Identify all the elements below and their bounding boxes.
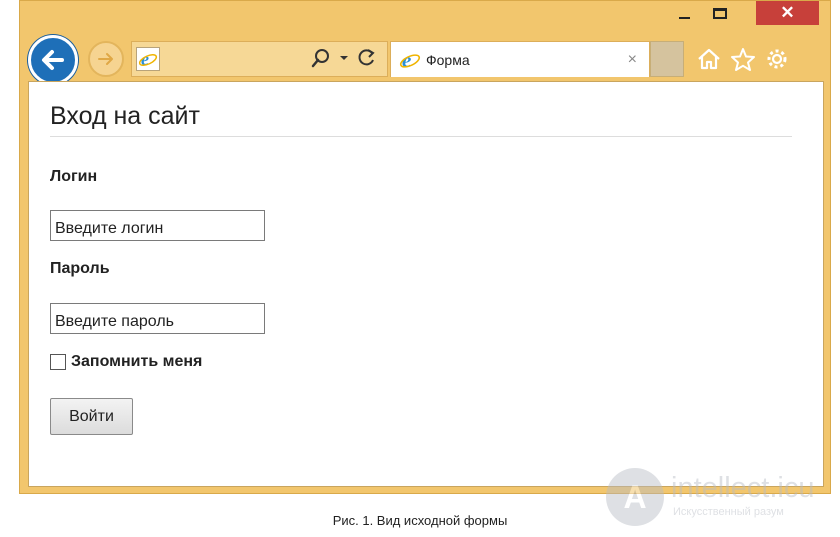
close-window-button[interactable]: ✕ xyxy=(756,1,819,25)
back-arrow-icon xyxy=(42,50,64,70)
maximize-icon xyxy=(713,7,727,19)
page-title: Вход на сайт xyxy=(50,102,200,130)
login-label: Логин xyxy=(50,168,98,185)
remember-label: Запомнить меня xyxy=(71,353,203,370)
tab-form[interactable]: e Форма × xyxy=(390,41,650,77)
login-input[interactable] xyxy=(50,210,265,241)
tab-close-icon[interactable]: × xyxy=(628,51,637,69)
navigation-bar: e e Форма × xyxy=(20,31,830,85)
figure-caption: Рис. 1. Вид исходной формы xyxy=(332,513,508,528)
password-label: Пароль xyxy=(50,260,110,277)
browser-window: ✕ e e Форма × Вход на сайт Логин Введите… xyxy=(19,0,831,494)
back-button[interactable] xyxy=(28,35,78,85)
maximize-button[interactable] xyxy=(706,1,734,25)
gear-icon[interactable] xyxy=(764,47,790,71)
close-icon: ✕ xyxy=(780,3,795,22)
ie-icon: e xyxy=(398,48,422,72)
title-bar: ✕ xyxy=(20,1,830,31)
forward-arrow-icon xyxy=(98,53,113,65)
minimize-button[interactable] xyxy=(670,1,698,25)
ie-icon: e xyxy=(136,47,160,71)
address-bar[interactable]: e xyxy=(131,41,388,77)
refresh-icon[interactable] xyxy=(357,48,377,68)
tab-title: Форма xyxy=(426,51,470,68)
page-content: Вход на сайт Логин Пароль Запомнить меня… xyxy=(28,81,824,487)
forward-button[interactable] xyxy=(88,41,124,77)
chevron-down-icon[interactable] xyxy=(339,54,349,62)
new-tab-button[interactable] xyxy=(650,41,684,77)
watermark-text: intellect.icu xyxy=(671,472,815,504)
star-icon[interactable] xyxy=(730,47,756,71)
remember-checkbox[interactable] xyxy=(50,354,66,370)
remember-me[interactable]: Запомнить меня xyxy=(50,353,202,371)
minimize-icon xyxy=(678,17,690,19)
search-icon[interactable] xyxy=(311,48,331,68)
password-input[interactable] xyxy=(50,303,265,334)
title-divider xyxy=(50,136,792,137)
login-button[interactable]: Войти xyxy=(50,398,133,435)
home-icon[interactable] xyxy=(696,47,722,71)
